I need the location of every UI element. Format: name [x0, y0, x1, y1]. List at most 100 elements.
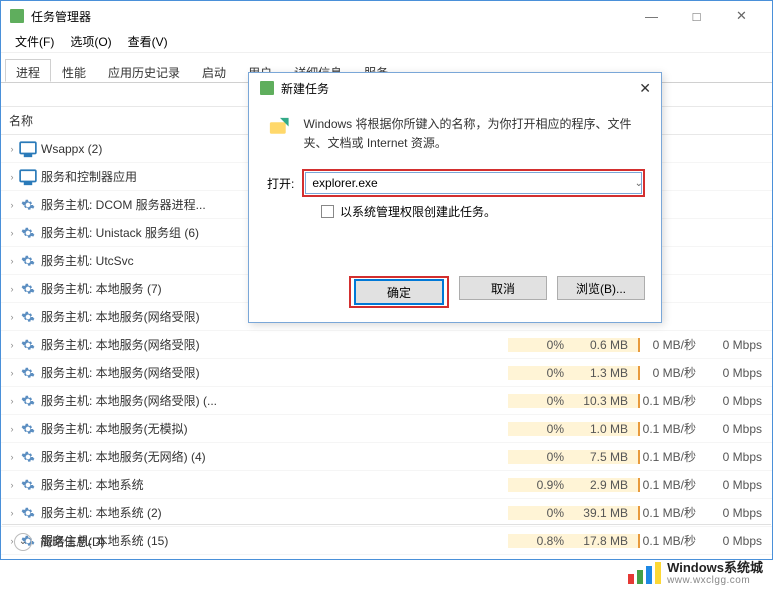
process-name: 服务主机: 本地系统 [37, 476, 508, 493]
checkbox-label: 以系统管理权限创建此任务。 [340, 203, 496, 220]
watermark: Windows系统城 www.wxclgg.com [628, 561, 763, 586]
gear-icon [19, 477, 37, 493]
table-row[interactable]: › 服务主机: 本地服务(网络受限)0%0.6 MB0 MB/秒0 Mbps [1, 331, 772, 359]
gear-icon [19, 337, 37, 353]
window-title: 任务管理器 [31, 8, 629, 25]
disk-cell: 0.1 MB/秒 [640, 448, 706, 465]
column-name[interactable]: 名称 [9, 112, 33, 129]
chevron-down-icon[interactable]: ⌄ [14, 533, 32, 551]
process-name: 服务主机: 本地服务(无模拟) [37, 420, 508, 437]
disk-cell: 0 MB/秒 [640, 336, 706, 353]
expand-icon[interactable]: › [5, 368, 19, 378]
watermark-url: www.wxclgg.com [667, 575, 763, 586]
ok-highlight: 确定 [349, 276, 449, 308]
table-row[interactable]: ›服务主机: 本地系统 (2)0%39.1 MB0.1 MB/秒0 Mbps [1, 499, 772, 527]
gear-icon [19, 309, 37, 325]
network-cell: 0 Mbps [706, 366, 772, 380]
gear-icon [19, 281, 37, 297]
network-cell: 0 Mbps [706, 338, 772, 352]
table-row[interactable]: ›服务主机: 本地服务(网络受限)0%1.3 MB0 MB/秒0 Mbps [1, 359, 772, 387]
taskmgr-icon [9, 8, 25, 24]
close-icon[interactable]: ✕ [639, 80, 651, 97]
expand-icon[interactable]: › [5, 424, 19, 434]
footer-bar: ⌄ 简略信息(D) [2, 524, 771, 558]
expand-icon[interactable]: › [5, 340, 19, 350]
memory-cell: 1.3 MB [574, 366, 640, 380]
disk-cell: 0.1 MB/秒 [640, 476, 706, 493]
table-row[interactable]: › 服务主机: 本地系统0.9%2.9 MB0.1 MB/秒0 Mbps [1, 471, 772, 499]
network-cell: 0 Mbps [706, 394, 772, 408]
disk-cell: 0.1 MB/秒 [640, 504, 706, 521]
new-task-dialog: 新建任务 ✕ Windows 将根据你所键入的名称，为你打开相应的程序、文件夹、… [248, 72, 662, 323]
process-name: 服务主机: 本地服务(网络受限) [37, 336, 508, 353]
checkbox-icon[interactable] [321, 205, 334, 218]
tab-history[interactable]: 应用历史记录 [97, 59, 191, 82]
cpu-cell: 0% [508, 450, 574, 464]
memory-cell: 0.6 MB [574, 338, 640, 352]
menu-options[interactable]: 选项(O) [62, 31, 119, 52]
gear-icon [19, 225, 37, 241]
process-name: 服务主机: 本地服务(无网络) (4) [37, 448, 508, 465]
dropdown-icon[interactable]: ⌄ [635, 178, 643, 189]
expand-icon[interactable]: › [5, 228, 19, 238]
dialog-titlebar[interactable]: 新建任务 ✕ [249, 73, 661, 103]
run-icon [267, 115, 291, 149]
expand-icon[interactable]: › [5, 508, 19, 518]
simple-info-button[interactable]: 简略信息(D) [40, 533, 105, 550]
expand-icon[interactable]: › [5, 480, 19, 490]
monitor-icon [19, 141, 37, 157]
expand-icon[interactable]: › [5, 396, 19, 406]
table-row[interactable]: ›服务主机: 本地服务(无模拟)0%1.0 MB0.1 MB/秒0 Mbps [1, 415, 772, 443]
window-controls: — □ ✕ [629, 1, 764, 31]
titlebar[interactable]: 任务管理器 — □ ✕ [1, 1, 772, 31]
disk-cell: 0.1 MB/秒 [640, 420, 706, 437]
admin-checkbox-row[interactable]: 以系统管理权限创建此任务。 [321, 203, 643, 220]
gear-icon [19, 197, 37, 213]
expand-icon[interactable]: › [5, 144, 19, 154]
watermark-title: Windows系统城 [667, 561, 763, 575]
expand-icon[interactable]: › [5, 284, 19, 294]
input-highlight [302, 169, 644, 197]
dialog-title: 新建任务 [281, 80, 639, 97]
maximize-button[interactable]: □ [674, 1, 719, 31]
cpu-cell: 0% [508, 338, 574, 352]
cpu-cell: 0.9% [508, 478, 574, 492]
cpu-cell: 0% [508, 506, 574, 520]
expand-icon[interactable]: › [5, 452, 19, 462]
menu-file[interactable]: 文件(F) [7, 31, 62, 52]
tab-startup[interactable]: 启动 [191, 59, 237, 82]
memory-cell: 10.3 MB [574, 394, 640, 408]
monitor-icon [19, 169, 37, 185]
cpu-cell: 0% [508, 394, 574, 408]
table-row[interactable]: ›服务主机: 本地服务(无网络) (4)0%7.5 MB0.1 MB/秒0 Mb… [1, 443, 772, 471]
expand-icon[interactable]: › [5, 172, 19, 182]
gear-icon [19, 393, 37, 409]
dialog-message: Windows 将根据你所键入的名称，为你打开相应的程序、文件夹、文档或 Int… [303, 115, 643, 153]
open-input[interactable] [305, 172, 641, 194]
gear-icon [19, 421, 37, 437]
tab-performance[interactable]: 性能 [51, 59, 97, 82]
expand-icon[interactable]: › [5, 312, 19, 322]
expand-icon[interactable]: › [5, 200, 19, 210]
process-name: 服务主机: 本地系统 (2) [37, 504, 508, 521]
process-name: 服务主机: 本地服务(网络受限) [37, 364, 508, 381]
watermark-bars-icon [628, 562, 661, 584]
network-cell: 0 Mbps [706, 450, 772, 464]
cpu-cell: 0% [508, 422, 574, 436]
gear-icon [19, 365, 37, 381]
gear-icon [19, 505, 37, 521]
menu-view[interactable]: 查看(V) [120, 31, 176, 52]
close-button[interactable]: ✕ [719, 1, 764, 31]
memory-cell: 2.9 MB [574, 478, 640, 492]
minimize-button[interactable]: — [629, 1, 674, 31]
cpu-cell: 0% [508, 366, 574, 380]
menubar: 文件(F) 选项(O) 查看(V) [1, 31, 772, 53]
tab-processes[interactable]: 进程 [5, 59, 51, 82]
browse-button[interactable]: 浏览(B)... [557, 276, 645, 300]
process-name: 服务主机: 本地服务(网络受限) (... [37, 392, 508, 409]
network-cell: 0 Mbps [706, 478, 772, 492]
cancel-button[interactable]: 取消 [459, 276, 547, 300]
expand-icon[interactable]: › [5, 256, 19, 266]
table-row[interactable]: ›服务主机: 本地服务(网络受限) (...0%10.3 MB0.1 MB/秒0… [1, 387, 772, 415]
ok-button[interactable]: 确定 [355, 280, 443, 304]
